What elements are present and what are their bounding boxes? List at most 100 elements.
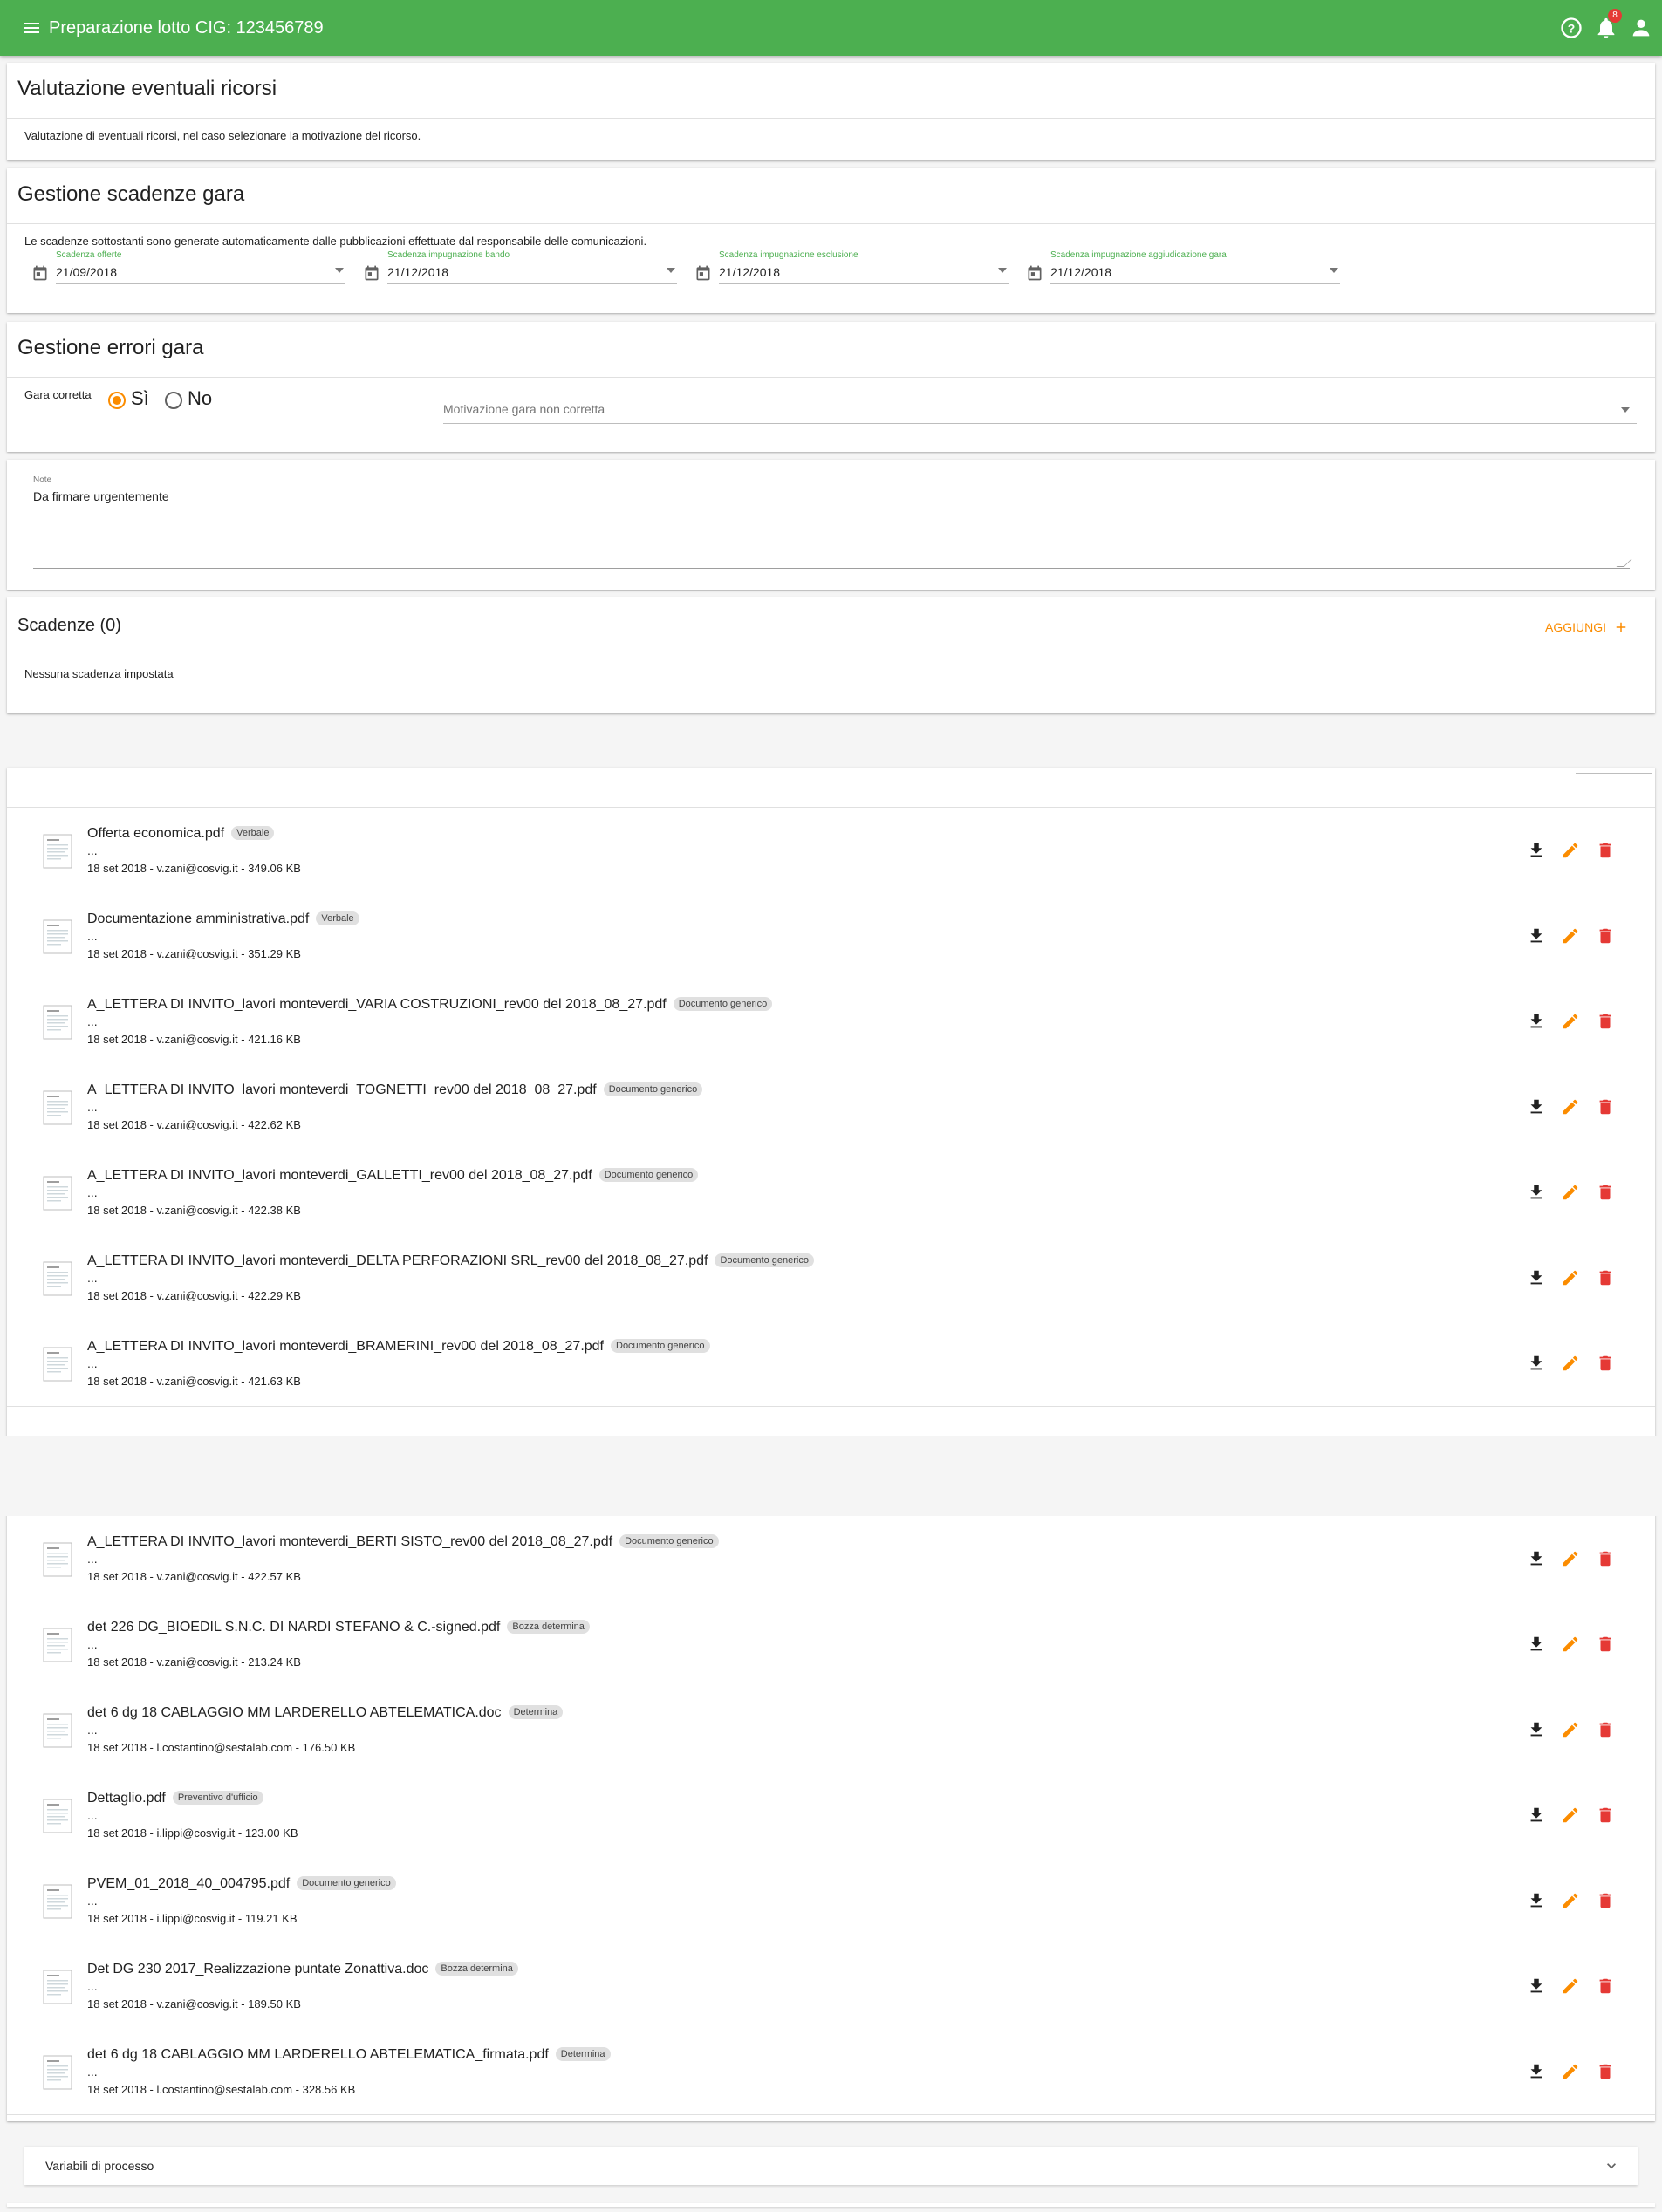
document-name[interactable]: A_LETTERA DI INVITO_lavori monteverdi_DE… <box>87 1253 814 1270</box>
document-row[interactable]: Dettaglio.pdf Preventivo d'ufficio... 18 s… <box>7 1772 1655 1859</box>
scadenze-gara-description: Le scadenze sottostanti sono generate au… <box>24 235 647 248</box>
calendar-icon <box>696 265 710 281</box>
scadenza-impugnazione-aggiudicazione-field[interactable]: Scadenza impugnazione aggiudicazione gar… <box>1026 250 1340 285</box>
delete-icon[interactable] <box>1596 1976 1615 1996</box>
download-icon[interactable] <box>1527 1891 1546 1910</box>
edit-icon[interactable] <box>1561 841 1580 860</box>
edit-icon[interactable] <box>1561 1354 1580 1373</box>
download-icon[interactable] <box>1527 1549 1546 1568</box>
edit-icon[interactable] <box>1561 1720 1580 1739</box>
delete-icon[interactable] <box>1596 1268 1615 1287</box>
document-name[interactable]: PVEM_01_2018_40_004795.pdf Documento gene… <box>87 1875 396 1893</box>
document-type-chip: Documento generico <box>603 1082 703 1096</box>
document-filename: Det DG 230 2017_Realizzazione puntate Zo… <box>87 1962 429 1976</box>
download-icon[interactable] <box>1527 1720 1546 1739</box>
document-row[interactable]: A_LETTERA DI INVITO_lavori monteverdi_BR… <box>7 1321 1655 1407</box>
variabili-panel[interactable]: Variabili di processo <box>24 2147 1638 2185</box>
delete-icon[interactable] <box>1596 1720 1615 1739</box>
document-thumbnail-icon <box>43 1347 72 1382</box>
document-name[interactable]: det 6 dg 18 CABLAGGIO MM LARDERELLO ABTE… <box>87 1704 564 1722</box>
delete-icon[interactable] <box>1596 1891 1615 1910</box>
menu-icon[interactable] <box>21 17 42 38</box>
download-icon[interactable] <box>1527 1635 1546 1654</box>
document-row[interactable]: A_LETTERA DI INVITO_lavori monteverdi_GA… <box>7 1150 1655 1236</box>
edit-icon[interactable] <box>1561 1806 1580 1825</box>
help-icon[interactable]: ? <box>1559 16 1583 40</box>
document-row[interactable]: det 6 dg 18 CABLAGGIO MM LARDERELLO ABTE… <box>7 2029 1655 2115</box>
document-name[interactable]: det 226 DG_BIOEDIL S.N.C. DI NARDI STEFA… <box>87 1619 590 1636</box>
edit-icon[interactable] <box>1561 1183 1580 1202</box>
download-icon[interactable] <box>1527 1976 1546 1996</box>
document-row[interactable]: Documentazione amministrativa.pdf Verbale… <box>7 893 1655 980</box>
document-filename: A_LETTERA DI INVITO_lavori monteverdi_GA… <box>87 1168 592 1183</box>
download-icon[interactable] <box>1527 1806 1546 1825</box>
document-filename: A_LETTERA DI INVITO_lavori monteverdi_BR… <box>87 1339 604 1354</box>
delete-icon[interactable] <box>1596 1806 1615 1825</box>
edit-icon[interactable] <box>1561 926 1580 946</box>
document-row[interactable]: det 6 dg 18 CABLAGGIO MM LARDERELLO ABTE… <box>7 1687 1655 1773</box>
radio-no-label: No <box>188 387 213 409</box>
document-name[interactable]: A_LETTERA DI INVITO_lavori monteverdi_VA… <box>87 996 773 1014</box>
motivazione-select[interactable]: Motivazione gara non corretta <box>436 397 1637 425</box>
download-icon[interactable] <box>1527 1354 1546 1373</box>
delete-icon[interactable] <box>1596 1097 1615 1116</box>
download-icon[interactable] <box>1527 1012 1546 1031</box>
delete-icon[interactable] <box>1596 1183 1615 1202</box>
edit-icon[interactable] <box>1561 2062 1580 2081</box>
document-filename: PVEM_01_2018_40_004795.pdf <box>87 1876 291 1891</box>
edit-icon[interactable] <box>1561 1549 1580 1568</box>
download-icon[interactable] <box>1527 2062 1546 2081</box>
download-icon[interactable] <box>1527 841 1546 860</box>
document-name[interactable]: Documentazione amministrativa.pdf Verbale <box>87 911 359 928</box>
document-row[interactable]: A_LETTERA DI INVITO_lavori monteverdi_BE… <box>7 1516 1655 1602</box>
edit-icon[interactable] <box>1561 1012 1580 1031</box>
delete-icon[interactable] <box>1596 1012 1615 1031</box>
edit-icon[interactable] <box>1561 1268 1580 1287</box>
delete-icon[interactable] <box>1596 2062 1615 2081</box>
delete-icon[interactable] <box>1596 926 1615 946</box>
account-icon[interactable] <box>1629 16 1653 40</box>
edit-icon[interactable] <box>1561 1635 1580 1654</box>
document-name[interactable]: A_LETTERA DI INVITO_lavori monteverdi_BE… <box>87 1533 719 1551</box>
document-name[interactable]: det 6 dg 18 CABLAGGIO MM LARDERELLO ABTE… <box>87 2046 611 2064</box>
document-meta: 18 set 2018 - v.zani@cosvig.it - 351.29 … <box>87 947 301 960</box>
edit-icon[interactable] <box>1561 1097 1580 1116</box>
document-row[interactable]: PVEM_01_2018_40_004795.pdf Documento gene… <box>7 1858 1655 1944</box>
delete-icon[interactable] <box>1596 841 1615 860</box>
document-name[interactable]: Det DG 230 2017_Realizzazione puntate Zo… <box>87 1961 518 1978</box>
radio-no[interactable] <box>165 392 182 409</box>
document-name[interactable]: A_LETTERA DI INVITO_lavori monteverdi_BR… <box>87 1338 710 1355</box>
radio-si[interactable] <box>108 392 126 409</box>
document-row[interactable]: A_LETTERA DI INVITO_lavori monteverdi_VA… <box>7 979 1655 1065</box>
note-field[interactable]: Note Da firmare urgentemente <box>33 475 1632 578</box>
document-description: ... <box>87 1100 98 1114</box>
add-scadenza-button[interactable]: AGGIUNGI <box>1545 617 1629 638</box>
download-icon[interactable] <box>1527 1268 1546 1287</box>
scadenza-impugnazione-bando-field[interactable]: Scadenza impugnazione bando 21/12/2018 <box>363 250 677 285</box>
document-meta: 18 set 2018 - v.zani@cosvig.it - 421.63 … <box>87 1375 301 1388</box>
download-icon[interactable] <box>1527 1183 1546 1202</box>
document-name[interactable]: Offerta economica.pdf Verbale <box>87 825 275 843</box>
document-name[interactable]: A_LETTERA DI INVITO_lavori monteverdi_GA… <box>87 1167 699 1185</box>
document-row[interactable]: Offerta economica.pdf Verbale... 18 set 20… <box>7 808 1655 894</box>
document-thumbnail-icon <box>43 1090 72 1125</box>
document-row[interactable]: Det DG 230 2017_Realizzazione puntate Zo… <box>7 1943 1655 2030</box>
app-bar: Preparazione lotto CIG: 123456789 ? 8 <box>0 0 1662 56</box>
resize-handle-icon[interactable] <box>1616 559 1632 567</box>
bell-icon[interactable]: 8 <box>1594 9 1622 40</box>
document-name[interactable]: A_LETTERA DI INVITO_lavori monteverdi_TO… <box>87 1082 703 1099</box>
delete-icon[interactable] <box>1596 1549 1615 1568</box>
document-row[interactable]: det 226 DG_BIOEDIL S.N.C. DI NARDI STEFA… <box>7 1601 1655 1688</box>
document-name[interactable]: Dettaglio.pdf Preventivo d'ufficio <box>87 1790 263 1807</box>
delete-icon[interactable] <box>1596 1635 1615 1654</box>
notification-badge: 8 <box>1608 9 1622 23</box>
delete-icon[interactable] <box>1596 1354 1615 1373</box>
scadenza-impugnazione-esclusione-field[interactable]: Scadenza impugnazione esclusione 21/12/2… <box>694 250 1009 285</box>
edit-icon[interactable] <box>1561 1976 1580 1996</box>
document-row[interactable]: A_LETTERA DI INVITO_lavori monteverdi_TO… <box>7 1064 1655 1150</box>
document-row[interactable]: A_LETTERA DI INVITO_lavori monteverdi_DE… <box>7 1235 1655 1321</box>
scadenza-offerte-field[interactable]: Scadenza offerte 21/09/2018 <box>31 250 345 285</box>
download-icon[interactable] <box>1527 926 1546 946</box>
download-icon[interactable] <box>1527 1097 1546 1116</box>
edit-icon[interactable] <box>1561 1891 1580 1910</box>
